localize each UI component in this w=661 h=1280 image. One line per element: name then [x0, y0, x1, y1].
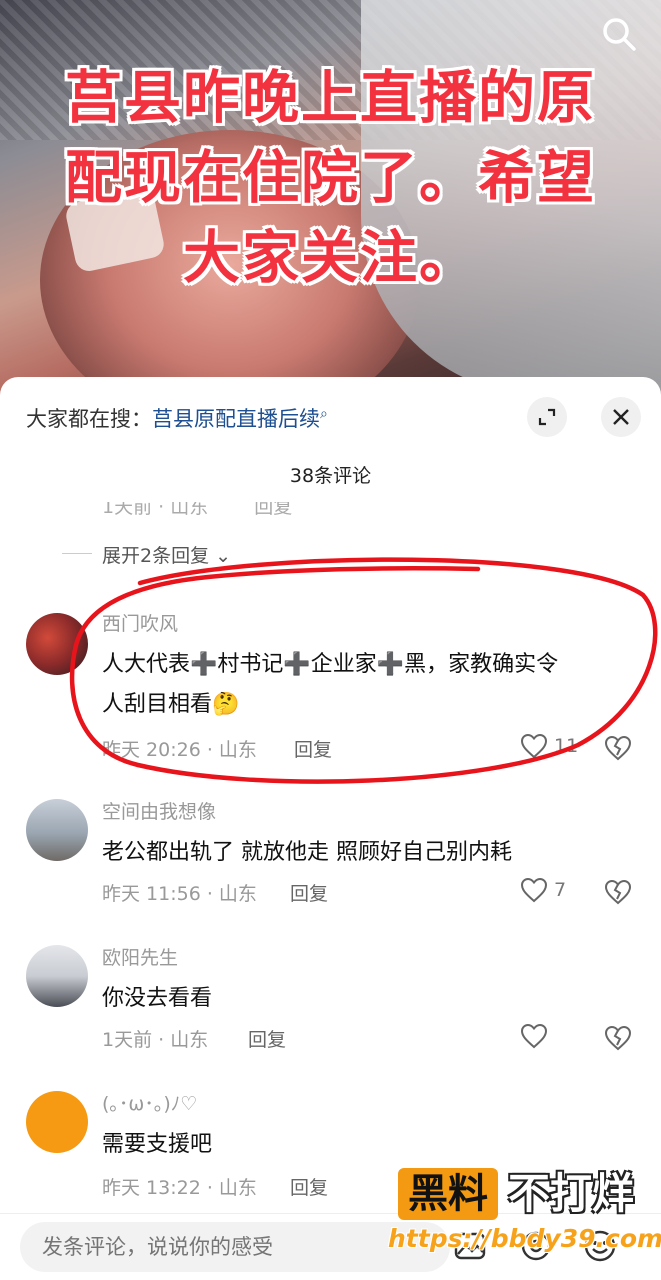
comment-input-bar: [0, 1213, 661, 1280]
video-caption: 莒县昨晚上直播的原 配现在住院了。希望 大家关注。: [0, 58, 661, 298]
heart-icon: [520, 733, 548, 759]
avatar[interactable]: [26, 945, 88, 1007]
comment-input[interactable]: [20, 1222, 450, 1272]
comment-text: 老公都出轨了 就放他走 照顾好自己别内耗: [102, 840, 512, 865]
like-button[interactable]: 7: [520, 877, 566, 903]
close-icon: [613, 409, 629, 425]
comment-text: 你没去看看: [102, 986, 213, 1011]
chevron-down-icon: ⌄: [215, 545, 232, 567]
like-button[interactable]: 11: [520, 733, 578, 759]
reply-button[interactable]: 回复: [290, 1173, 328, 1200]
reply-button[interactable]: 回复: [248, 1025, 286, 1052]
comment-meta: 昨天 13:22 · 山东: [102, 1177, 257, 1199]
expand-replies-button[interactable]: 展开2条回复 ⌄: [61, 541, 232, 568]
reply-button[interactable]: 回复: [254, 502, 292, 518]
commenter-name[interactable]: 西门吹风: [102, 609, 178, 636]
video-background[interactable]: 莒县昨晚上直播的原 配现在住院了。希望 大家关注。: [0, 0, 661, 395]
expand-icon: [538, 408, 556, 426]
close-button[interactable]: [601, 397, 641, 437]
broken-heart-icon[interactable]: [604, 879, 632, 905]
avatar[interactable]: [26, 1091, 88, 1153]
reply-button[interactable]: 回复: [290, 879, 328, 906]
broken-heart-icon[interactable]: [604, 735, 632, 761]
comment-text-line: 人刮目相看🤔: [102, 692, 240, 717]
comment-panel: 大家都在搜：莒县原配直播后续⌕ 38条评论 1天前 · 山东 回复 展开2条回复…: [0, 377, 661, 1280]
commenter-name[interactable]: (｡･ω･｡)ﾉ♡: [102, 1089, 197, 1116]
like-button[interactable]: [520, 1023, 548, 1049]
broken-heart-icon[interactable]: [604, 1025, 632, 1051]
comment-meta: 1天前 · 山东: [102, 502, 209, 518]
caption-line: 配现在住院了。希望: [65, 145, 596, 211]
expand-replies-label: 展开2条回复: [102, 545, 210, 567]
commenter-name[interactable]: 欧阳先生: [102, 943, 178, 970]
commenter-name[interactable]: 空间由我想像: [102, 797, 216, 824]
heart-icon: [520, 1023, 548, 1049]
image-icon[interactable]: [452, 1228, 488, 1264]
partial-comment-row: 1天前 · 山东 回复: [102, 502, 642, 520]
comment-count: 38条评论: [289, 465, 372, 487]
trending-search-prefix: 大家都在搜：: [26, 407, 152, 431]
trending-search[interactable]: 大家都在搜：莒县原配直播后续⌕: [26, 403, 328, 433]
avatar[interactable]: [26, 799, 88, 861]
heart-icon: [520, 877, 548, 903]
comment-meta: 昨天 11:56 · 山东: [102, 883, 257, 905]
like-count: 11: [554, 735, 579, 757]
emoji-icon[interactable]: [582, 1228, 618, 1264]
search-icon[interactable]: [599, 14, 639, 54]
comment-meta: 昨天 20:26 · 山东: [102, 739, 257, 761]
comment-text: 人大代表➕村书记➕企业家➕黑，家教确实令 人刮目相看🤔: [102, 645, 642, 725]
trending-search-keyword[interactable]: 莒县原配直播后续: [152, 407, 320, 431]
avatar[interactable]: [26, 613, 88, 675]
small-search-icon: ⌕: [320, 406, 328, 422]
reply-button[interactable]: 回复: [294, 735, 332, 762]
comment-text: 需要支援吧: [102, 1132, 213, 1157]
expand-button[interactable]: [527, 397, 567, 437]
caption-line: 莒县昨晚上直播的原: [65, 65, 596, 131]
caption-line: 大家关注。: [183, 225, 478, 291]
mention-icon[interactable]: [518, 1228, 554, 1264]
comment-meta: 1天前 · 山东: [102, 1029, 209, 1051]
comment-text-line: 人大代表➕村书记➕企业家➕黑，家教确实令: [102, 652, 559, 677]
like-count: 7: [554, 879, 567, 901]
